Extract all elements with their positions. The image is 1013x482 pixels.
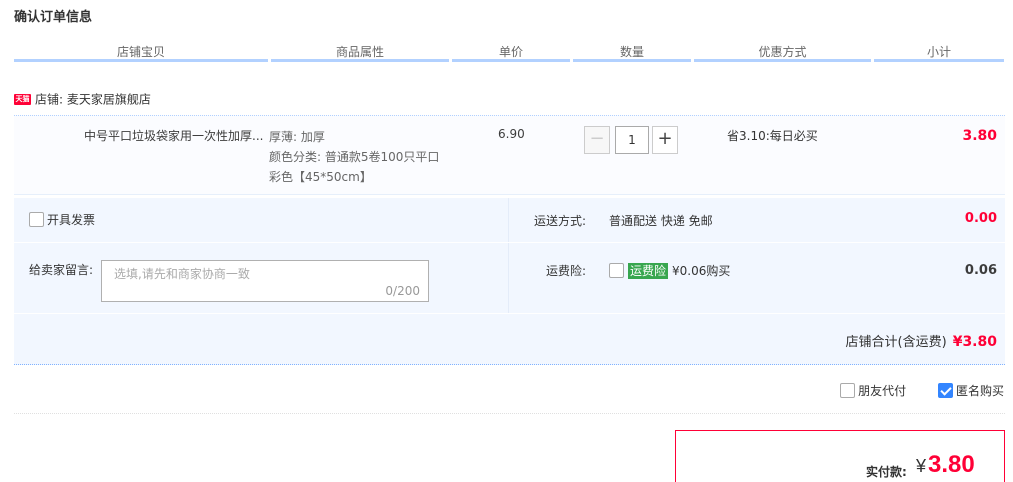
message-char-counter: 0/200: [385, 284, 420, 298]
insurance-option[interactable]: 运费险 ¥0.06购买: [609, 262, 730, 279]
column-header-item: 店铺宝贝: [14, 42, 268, 62]
message-label: 给卖家留言:: [29, 263, 94, 277]
tmall-icon: 天猫: [14, 94, 31, 105]
seller-message-input[interactable]: 选填,请先和商家协商一致 0/200: [101, 260, 429, 302]
shop-name[interactable]: 店铺: 麦天家居旗舰店: [35, 93, 151, 107]
anonymous-option[interactable]: 匿名购买: [937, 382, 1004, 399]
item-subtotal: 3.80: [962, 128, 997, 144]
column-header-promo: 优惠方式: [694, 42, 871, 62]
anonymous-label[interactable]: 匿名购买: [956, 384, 1004, 398]
divider: [14, 313, 1005, 314]
anonymous-checkbox[interactable]: [937, 383, 953, 398]
insurance-label: 运费险:: [546, 264, 587, 278]
divider: [14, 242, 1005, 243]
shipping-label: 运送方式:: [534, 214, 587, 228]
payment-options: 朋友代付 匿名购买: [812, 382, 1004, 399]
insurance-tag: 运费险: [628, 262, 669, 279]
invoice-checkbox[interactable]: [29, 212, 44, 227]
divider: [508, 198, 509, 313]
invoice-label[interactable]: 开具发票: [47, 213, 95, 227]
shop-total-amount: ¥3.80: [952, 334, 997, 350]
item-title[interactable]: 中号平口垃圾袋家用一次性加厚...: [84, 127, 264, 144]
shop-total: 店铺合计(含运费) ¥3.80: [846, 331, 997, 350]
friend-pay-label[interactable]: 朋友代付: [858, 384, 906, 398]
invoice-option[interactable]: 开具发票: [29, 211, 95, 228]
friend-pay-checkbox[interactable]: [840, 383, 856, 398]
column-header-quantity: 数量: [573, 42, 691, 62]
quantity-input[interactable]: 1: [615, 126, 649, 154]
order-item-row: 中号平口垃圾袋家用一次性加厚... 厚薄: 加厚 颜色分类: 普通款5卷100只…: [14, 115, 1005, 195]
payment-amount-wrap: ¥3.80: [916, 451, 975, 479]
currency-symbol: ¥: [916, 456, 927, 476]
page-title: 确认订单信息: [14, 10, 93, 25]
insurance-price-text: ¥0.06购买: [672, 264, 731, 278]
friend-pay-option[interactable]: 朋友代付: [840, 382, 906, 399]
item-attr-thickness: 厚薄: 加厚: [269, 130, 325, 144]
item-attributes: 厚薄: 加厚 颜色分类: 普通款5卷100只平口 彩色【45*50cm】: [269, 127, 469, 187]
payment-summary: 实付款: ¥3.80: [675, 430, 1005, 482]
column-header-price: 单价: [452, 42, 570, 62]
promo-method[interactable]: 省3.10:每日必买: [727, 127, 818, 144]
message-placeholder: 选填,请先和商家协商一致: [114, 267, 250, 281]
divider: [14, 413, 1005, 414]
column-header-attrs: 商品属性: [271, 42, 449, 62]
shop-row: 天猫 店铺: 麦天家居旗舰店: [14, 90, 151, 108]
column-header: 店铺宝贝 商品属性 单价 数量 优惠方式 小计: [14, 42, 1004, 64]
shipping-price: 0.00: [964, 211, 997, 226]
item-attr-size: 彩色【45*50cm】: [269, 170, 372, 184]
column-header-subtotal: 小计: [874, 42, 1004, 62]
insurance-checkbox[interactable]: [609, 263, 624, 278]
quantity-decrease-button[interactable]: −: [584, 126, 610, 154]
shop-total-label: 店铺合计(含运费): [845, 335, 947, 350]
payment-amount: 3.80: [928, 451, 975, 478]
payment-label: 实付款:: [866, 465, 907, 479]
item-attr-color: 颜色分类: 普通款5卷100只平口: [269, 150, 440, 164]
order-extras-panel: 开具发票 运送方式: 普通配送 快递 免邮 0.00 给卖家留言: 选填,请先和…: [14, 198, 1005, 365]
quantity-increase-button[interactable]: +: [652, 126, 678, 154]
item-unit-price: 6.90: [498, 127, 525, 141]
insurance-price: 0.06: [964, 263, 997, 278]
shipping-method[interactable]: 普通配送 快递 免邮: [609, 212, 713, 229]
